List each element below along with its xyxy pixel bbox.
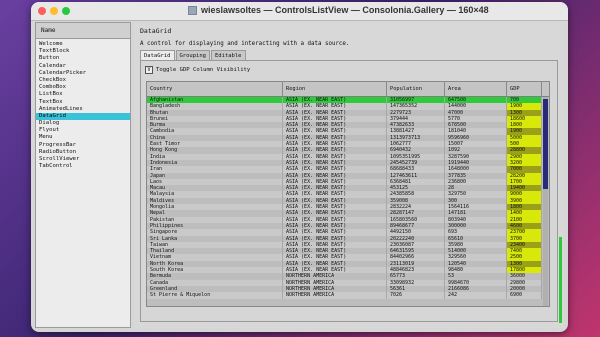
title-bar[interactable]: wieslawsoltes — ControlsListView — Conso…	[31, 2, 568, 21]
cell-gdp: 6900	[507, 292, 542, 299]
sidebar-item-dialog[interactable]: Dialog	[36, 120, 130, 127]
sidebar-item-textblock[interactable]: TextBlock	[36, 48, 130, 55]
folder-icon	[188, 6, 197, 15]
data-grid: Country Region Population Area GDP Afghanist…	[146, 81, 550, 307]
sidebar-item-animatedlines[interactable]: AnimatedLines	[36, 106, 130, 113]
sidebar-item-calendarpicker[interactable]: CalendarPicker	[36, 70, 130, 77]
tab-datagrid[interactable]: DataGrid	[140, 50, 175, 60]
toggle-gdp-label: Toggle GDP Column Visibility	[156, 67, 251, 73]
grid-vertical-scrollbar[interactable]	[543, 97, 548, 306]
sidebar-item-flyout[interactable]: Flyout	[36, 127, 130, 134]
sidebar-item-calendar[interactable]: Calendar	[36, 63, 130, 70]
tab-editable[interactable]: Editable	[211, 50, 246, 60]
tab-strip: DataGrid Grouping Editable	[140, 50, 247, 60]
grid-header: Country Region Population Area GDP	[147, 82, 549, 97]
sidebar-item-combobox[interactable]: ComboBox	[36, 84, 130, 91]
sidebar-item-checkbox[interactable]: CheckBox	[36, 77, 130, 84]
checkbox-box[interactable]: V	[145, 66, 153, 74]
sidebar-item-scrollviewer[interactable]: ScrollViewer	[36, 156, 130, 163]
sidebar-item-menu[interactable]: Menu	[36, 134, 130, 141]
sidebar-list: Welcome TextBlock Button Calendar CalendarPi…	[36, 39, 130, 170]
controls-sidebar: Name Welcome TextBlock Button Calendar Calen…	[35, 22, 131, 328]
page-scrollbar[interactable]	[559, 237, 562, 323]
toggle-gdp-checkbox[interactable]: V Toggle GDP Column Visibility	[145, 66, 250, 74]
app-window: wieslawsoltes — ControlsListView — Conso…	[31, 2, 568, 332]
main-panel: DataGrid A control for displaying and in…	[134, 22, 564, 328]
sidebar-item-datagrid[interactable]: DataGrid	[36, 112, 130, 121]
table-row[interactable]: St Pierre & Miquelon NORTHERN AMERICA 7026…	[147, 292, 549, 299]
column-header-population[interactable]: Population	[387, 82, 445, 96]
minimize-window-button[interactable]	[50, 7, 58, 15]
sidebar-item-listbox[interactable]: ListBox	[36, 91, 130, 98]
cell-population: 7026	[387, 292, 445, 299]
cell-region: NORTHERN AMERICA	[283, 292, 387, 299]
sidebar-item-textbox[interactable]: TextBox	[36, 99, 130, 106]
grid-scrollbar-thumb[interactable]	[543, 99, 548, 189]
sidebar-header[interactable]: Name	[36, 23, 130, 39]
sidebar-item-button[interactable]: Button	[36, 55, 130, 62]
page-title: DataGrid	[140, 27, 172, 35]
close-window-button[interactable]	[38, 7, 46, 15]
sidebar-item-welcome[interactable]: Welcome	[36, 41, 130, 48]
column-header-region[interactable]: Region	[283, 82, 387, 96]
maximize-window-button[interactable]	[62, 7, 70, 15]
sidebar-item-tabcontrol[interactable]: TabControl	[36, 163, 130, 170]
column-header-area[interactable]: Area	[445, 82, 507, 96]
cell-country: St Pierre & Miquelon	[147, 292, 283, 299]
column-header-country[interactable]: Country	[147, 82, 283, 96]
page-description: A control for displaying and interacting…	[140, 41, 350, 47]
sidebar-item-radiobutton[interactable]: RadioButton	[36, 149, 130, 156]
column-header-gdp[interactable]: GDP	[507, 82, 542, 96]
tab-content: V Toggle GDP Column Visibility Country Re…	[140, 60, 558, 322]
tab-grouping[interactable]: Grouping	[175, 50, 210, 60]
grid-body: Afghanistan ASIA (EX. NEAR EAST) 31056997 6…	[147, 97, 549, 299]
window-title: wieslawsoltes — ControlsListView — Conso…	[201, 5, 489, 15]
sidebar-item-progressbar[interactable]: ProgressBar	[36, 142, 130, 149]
cell-area: 242	[445, 292, 507, 299]
